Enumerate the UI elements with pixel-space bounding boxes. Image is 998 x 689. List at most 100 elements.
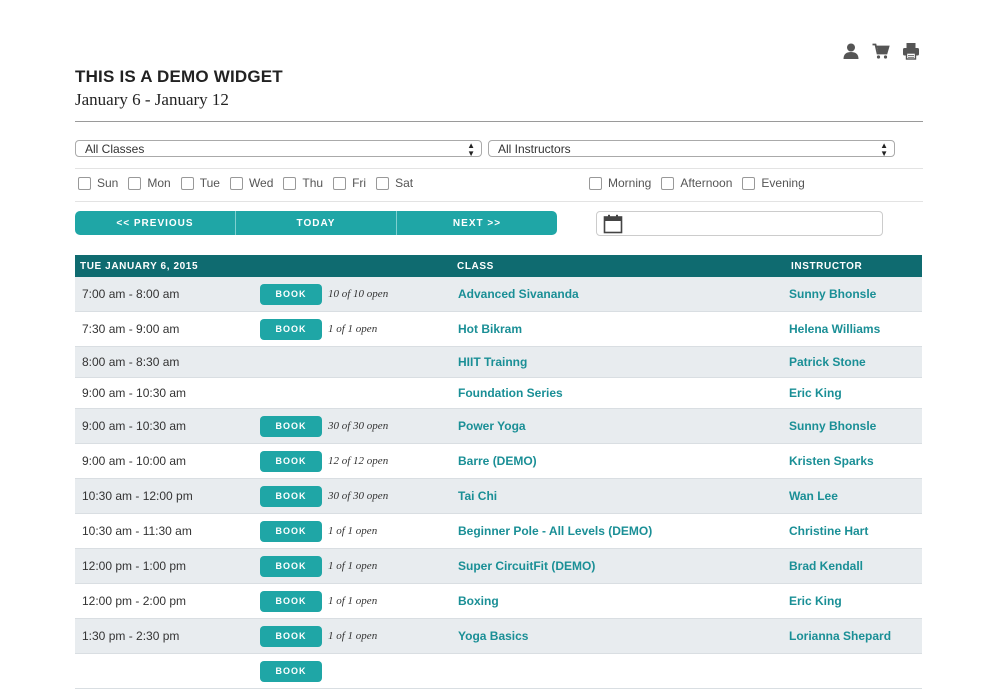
instructor-name-link[interactable]: Kristen Sparks — [786, 443, 922, 479]
checkbox[interactable] — [589, 176, 602, 190]
table-row: 9:00 am - 10:30 am Foundation Series Eric … — [75, 377, 922, 409]
class-name-link[interactable]: Barre (DEMO) — [452, 443, 786, 479]
class-time: 8:00 am - 8:30 am — [75, 346, 252, 378]
table-row: 12:00 pm - 2:00 pm BOOK 1 of 1 open Boxing E… — [75, 583, 922, 619]
instructor-name-link[interactable]: Lorianna Shepard — [786, 618, 922, 654]
date-range: January 6 - January 12 — [75, 90, 229, 109]
class-name-link[interactable]: Super CircuitFit (DEMO) — [452, 548, 786, 584]
booking-cell: BOOK 1 of 1 open — [252, 513, 452, 549]
class-name-link[interactable]: Hot Bikram — [452, 311, 786, 347]
cart-icon[interactable] — [872, 42, 890, 60]
class-name-link[interactable]: Boxing — [452, 583, 786, 619]
class-name-link[interactable]: Yoga Basics — [452, 618, 786, 654]
checkbox[interactable] — [661, 176, 675, 190]
availability-text: 10 of 10 open — [328, 288, 389, 300]
user-icon[interactable] — [842, 42, 860, 60]
time-filter-evening[interactable]: Evening — [742, 176, 805, 190]
class-name-link[interactable]: Beginner Pole - All Levels (DEMO) — [452, 513, 786, 549]
book-button[interactable]: BOOK — [260, 415, 322, 437]
day-filter-thu[interactable]: Thu — [283, 176, 323, 190]
table-row: 9:00 am - 10:00 am BOOK 12 of 12 open Barre… — [75, 443, 922, 479]
instructor-name-link[interactable]: Helena Williams — [786, 311, 922, 347]
class-time: 1:30 pm - 2:30 pm — [75, 618, 252, 654]
class-name-link[interactable]: Tai Chi — [452, 478, 786, 514]
class-name-link[interactable]: Advanced Sivananda — [452, 277, 786, 312]
today-button[interactable]: TODAY — [236, 211, 397, 235]
book-button[interactable]: BOOK — [260, 555, 322, 577]
book-button[interactable]: BOOK — [260, 520, 322, 542]
availability-text: 1 of 1 open — [328, 323, 378, 335]
classes-select[interactable]: All Classes ▲ ▼ — [75, 140, 482, 158]
class-name-link[interactable] — [452, 653, 786, 689]
divider — [75, 121, 923, 122]
book-button[interactable]: BOOK — [260, 283, 322, 305]
checkbox[interactable] — [128, 176, 142, 190]
date-picker-input[interactable] — [596, 211, 883, 236]
day-label: Sun — [97, 176, 119, 190]
checkbox[interactable] — [333, 176, 347, 190]
day-filter-tue[interactable]: Tue — [180, 176, 220, 190]
day-filter-sat[interactable]: Sat — [376, 176, 413, 190]
class-name-link[interactable]: HIIT Trainng — [452, 346, 786, 378]
instructor-name-link[interactable]: Sunny Bhonsle — [786, 408, 922, 444]
book-button[interactable]: BOOK — [260, 318, 322, 340]
time-label: Afternoon — [680, 176, 733, 190]
previous-button[interactable]: << PREVIOUS — [75, 211, 236, 235]
day-filter-mon[interactable]: Mon — [128, 176, 171, 190]
table-row: 1:30 pm - 2:30 pm BOOK 1 of 1 open Yoga Bas… — [75, 618, 922, 654]
day-filter-fri[interactable]: Fri — [333, 176, 366, 190]
booking-cell — [252, 377, 452, 409]
top-toolbar — [842, 42, 920, 60]
availability-text: 1 of 1 open — [328, 595, 378, 607]
checkbox[interactable] — [78, 176, 91, 190]
divider — [75, 201, 923, 202]
time-of-day-filters: Morning Afternoon Evening — [589, 176, 815, 190]
booking-cell: BOOK 1 of 1 open — [252, 583, 452, 619]
book-button[interactable]: BOOK — [260, 450, 322, 472]
instructor-name-link[interactable]: Eric King — [786, 583, 922, 619]
book-button[interactable]: BOOK — [260, 590, 322, 612]
checkbox[interactable] — [283, 176, 297, 190]
print-icon[interactable] — [902, 42, 920, 60]
select-arrows-icon: ▲ ▼ — [880, 141, 888, 158]
instructor-name-link[interactable]: Brad Kendall — [786, 548, 922, 584]
class-time: 9:00 am - 10:30 am — [75, 408, 252, 444]
book-button[interactable]: BOOK — [260, 485, 322, 507]
instructors-select[interactable]: All Instructors ▲ ▼ — [488, 140, 895, 158]
availability-text: 1 of 1 open — [328, 560, 378, 572]
instructor-name-link[interactable]: Christine Hart — [786, 513, 922, 549]
day-filter-wed[interactable]: Wed — [229, 176, 274, 190]
book-button[interactable]: BOOK — [260, 625, 322, 647]
class-name-link[interactable]: Foundation Series — [452, 377, 786, 409]
table-row: 10:30 am - 12:00 pm BOOK 30 of 30 open Tai … — [75, 478, 922, 514]
day-label: Wed — [248, 176, 274, 190]
day-filters: Sun Mon Tue Wed Thu Fri Sat — [78, 176, 423, 190]
booking-cell: BOOK 1 of 1 open — [252, 311, 452, 347]
instructor-name-link[interactable] — [786, 653, 922, 689]
schedule-body: 7:00 am - 8:00 am BOOK 10 of 10 open Advanc… — [75, 277, 922, 689]
class-time: 7:00 am - 8:00 am — [75, 277, 252, 312]
table-row: 10:30 am - 11:30 am BOOK 1 of 1 open Beginn… — [75, 513, 922, 549]
calendar-icon[interactable] — [603, 214, 623, 234]
instructor-name-link[interactable]: Eric King — [786, 377, 922, 409]
checkbox[interactable] — [229, 176, 243, 190]
instructor-name-link[interactable]: Wan Lee — [786, 478, 922, 514]
checkbox[interactable] — [742, 176, 756, 190]
widget-title: THIS IS A DEMO WIDGET — [75, 67, 283, 86]
next-button[interactable]: NEXT >> — [397, 211, 557, 235]
instructor-name-link[interactable]: Sunny Bhonsle — [786, 277, 922, 312]
class-name-link[interactable]: Power Yoga — [452, 408, 786, 444]
booking-cell: BOOK — [252, 653, 452, 689]
checkbox[interactable] — [376, 176, 390, 190]
book-button[interactable]: BOOK — [260, 660, 322, 682]
day-filter-sun[interactable]: Sun — [78, 176, 118, 190]
time-filter-afternoon[interactable]: Afternoon — [661, 176, 732, 190]
instructor-name-link[interactable]: Patrick Stone — [786, 346, 922, 378]
class-time: 10:30 am - 11:30 am — [75, 513, 252, 549]
table-row: 9:00 am - 10:30 am BOOK 30 of 30 open Power… — [75, 408, 922, 444]
time-filter-morning[interactable]: Morning — [589, 176, 651, 190]
availability-text: 1 of 1 open — [328, 525, 378, 537]
availability-text: 30 of 30 open — [328, 490, 389, 502]
time-label: Morning — [608, 176, 652, 190]
checkbox[interactable] — [180, 176, 194, 190]
